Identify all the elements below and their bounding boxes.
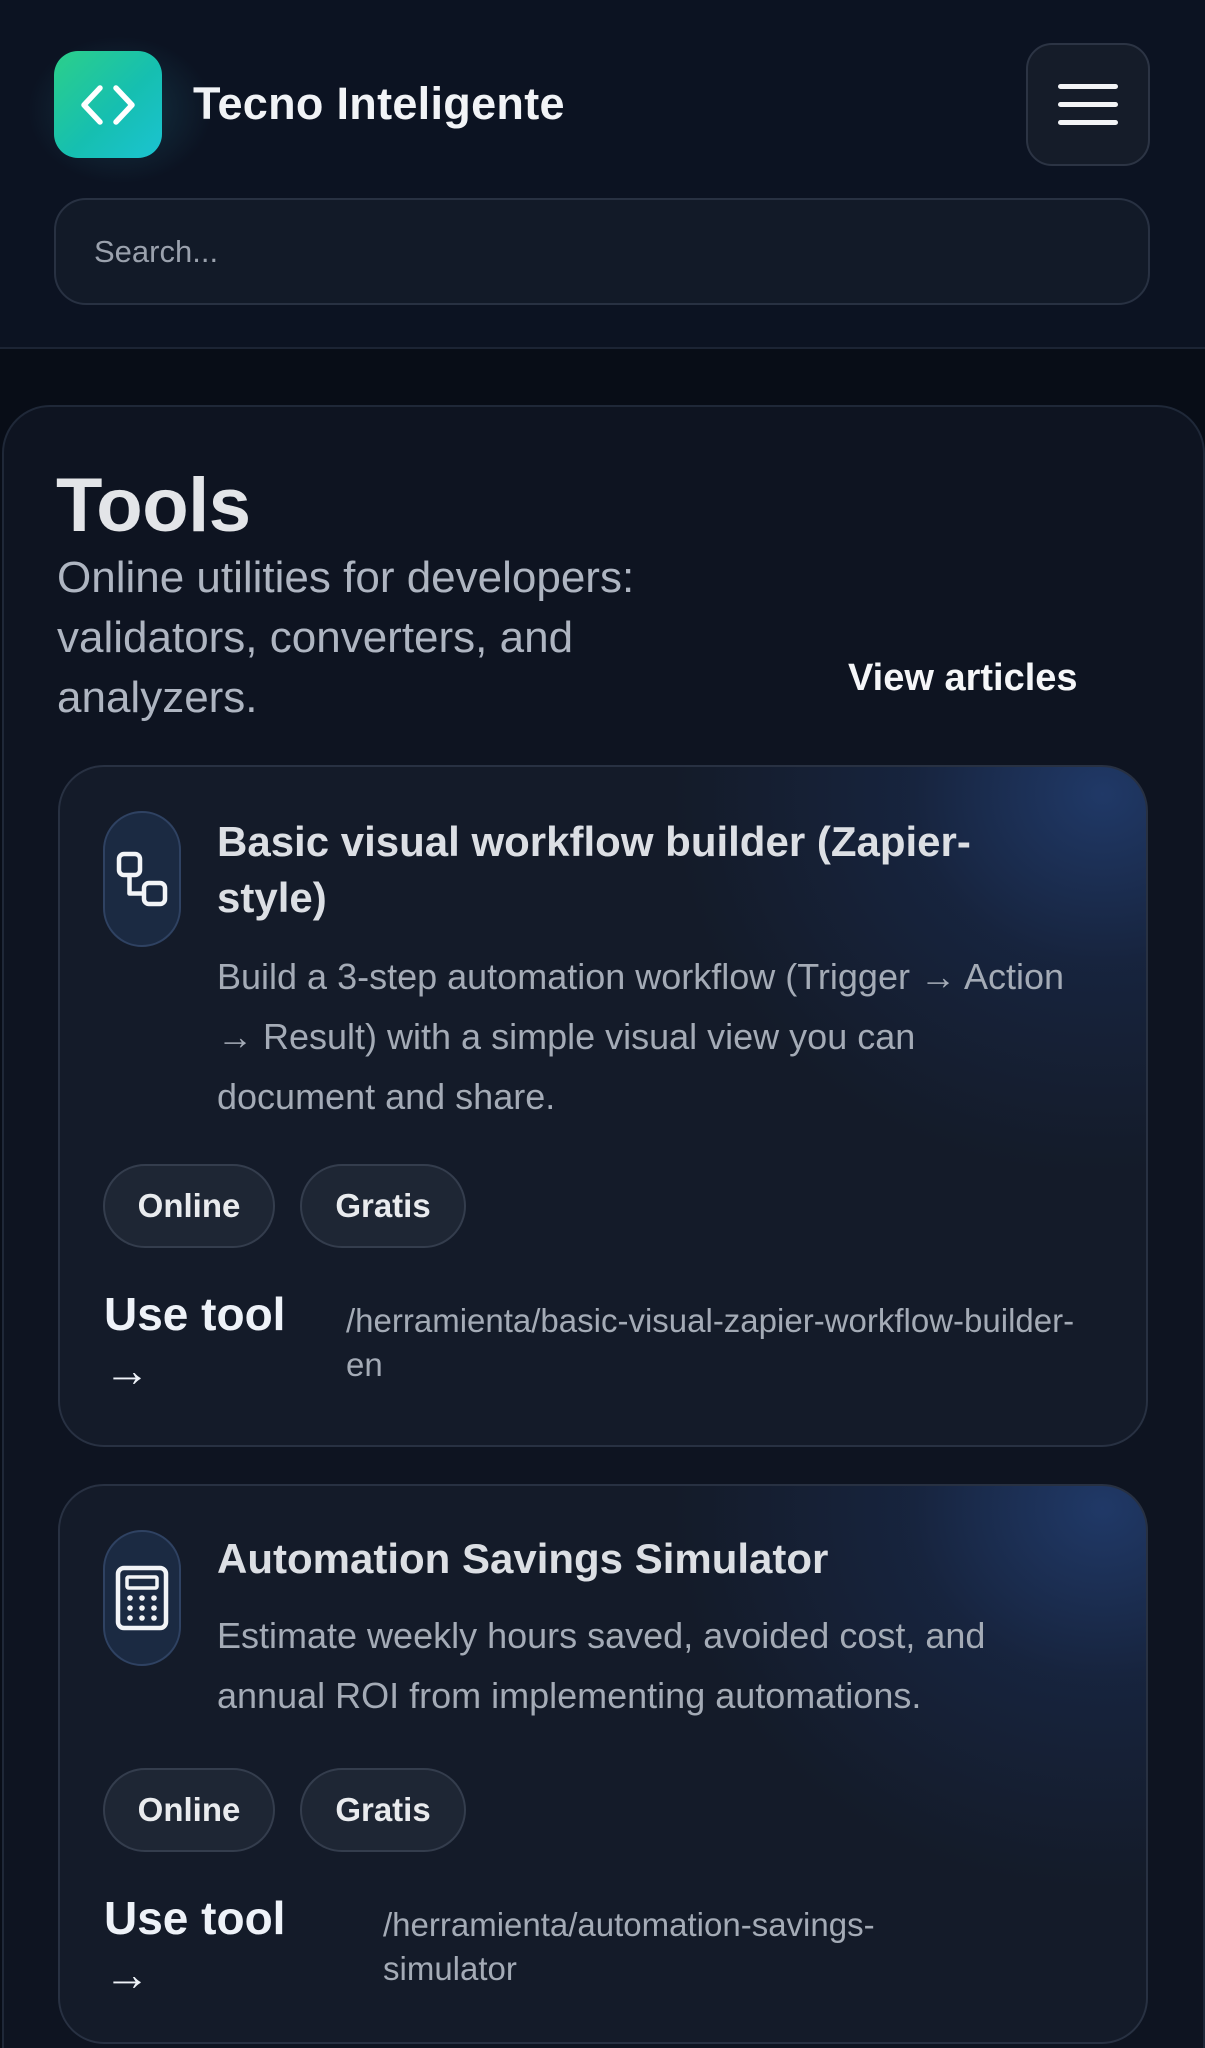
top-header: Tecno Inteligente [0,0,1205,349]
view-articles-link[interactable]: View articles [848,657,1078,700]
search-input[interactable] [54,198,1150,305]
workflow-nodes-icon [103,811,181,947]
menu-line [1058,120,1118,125]
use-tool-button[interactable]: Use tool → [104,1890,324,2002]
page-title: Tools [56,463,251,548]
tool-path: /herramienta/basic-visual-zapier-workflo… [346,1302,1075,1383]
menu-line [1058,102,1118,107]
tag-online: Online [103,1164,275,1248]
tool-title: Automation Savings Simulator [217,1535,829,1582]
page-subtitle: Online utilities for developers: validat… [57,553,635,722]
tool-path: /herramienta/automation-savings-simulato… [383,1906,875,1987]
hamburger-menu-icon[interactable] [1026,43,1150,166]
tool-description: Build a 3-step automation workflow (Trig… [217,956,1065,1117]
tag-online: Online [103,1768,275,1852]
calculator-icon [103,1530,181,1666]
code-brackets-icon[interactable] [54,51,162,158]
tool-title: Basic visual workflow builder (Zapier-st… [217,818,971,921]
tag-free: Gratis [300,1768,466,1852]
use-tool-button[interactable]: Use tool → [104,1286,324,1398]
menu-line [1058,84,1118,89]
tool-card-workflow-builder[interactable]: Basic visual workflow builder (Zapier-st… [58,765,1148,1447]
brand-name[interactable]: Tecno Inteligente [193,78,565,130]
tool-description: Estimate weekly hours saved, avoided cos… [217,1615,986,1716]
tag-free: Gratis [300,1164,466,1248]
tool-card-savings-simulator[interactable]: Automation Savings Simulator Estimate we… [58,1484,1148,2044]
